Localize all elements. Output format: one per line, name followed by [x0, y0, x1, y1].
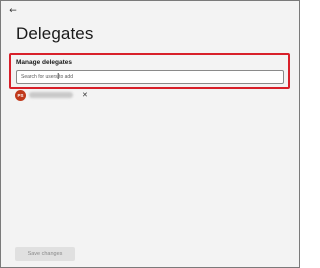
delegate-chip[interactable]: PS ✕	[15, 89, 88, 101]
page-title: Delegates	[16, 24, 94, 43]
remove-delegate-icon[interactable]: ✕	[82, 91, 88, 99]
avatar: PS	[15, 89, 26, 101]
settings-window: ← Delegates Manage delegates I PS ✕ Save…	[0, 0, 300, 268]
delegate-name-blurred	[29, 92, 73, 98]
text-cursor-icon: I	[57, 72, 60, 81]
back-arrow-icon[interactable]: ←	[6, 5, 20, 17]
save-changes-button[interactable]: Save changes	[15, 247, 75, 261]
manage-delegates-label: Manage delegates	[16, 59, 72, 66]
